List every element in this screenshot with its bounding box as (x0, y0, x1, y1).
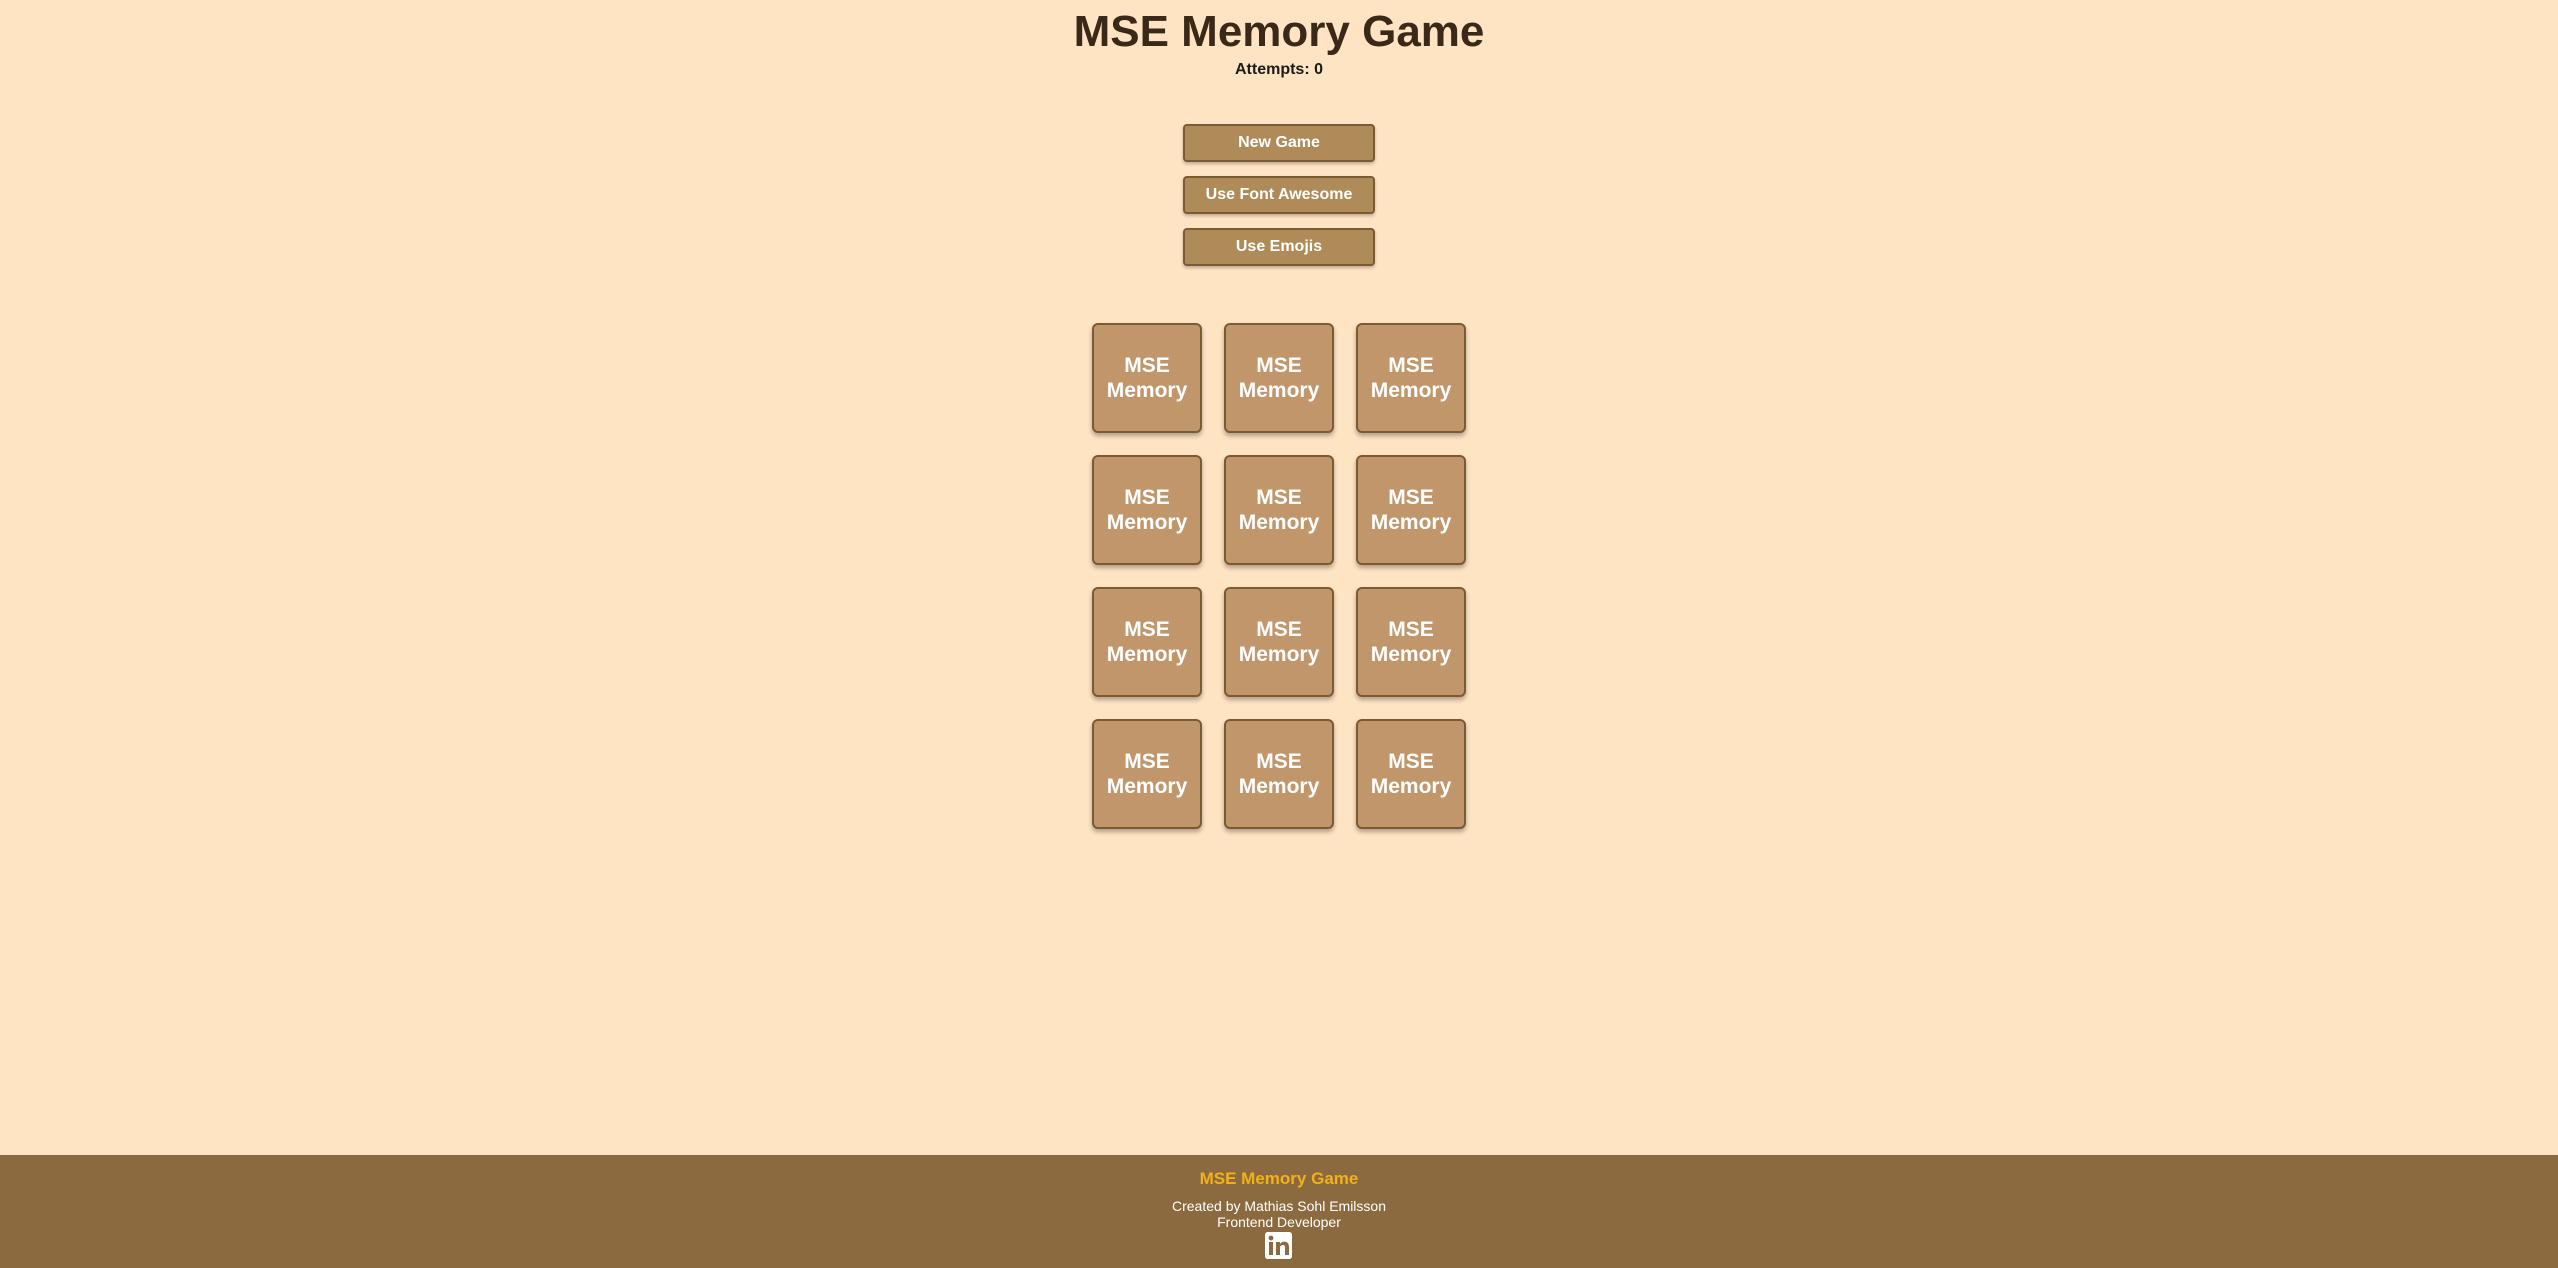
footer-title: MSE Memory Game (1199, 1169, 1359, 1188)
memory-card[interactable]: MSE Memory (1356, 323, 1466, 433)
use-font-awesome-button[interactable]: Use Font Awesome (1183, 176, 1375, 214)
game-controls: New Game Use Font Awesome Use Emojis (1183, 124, 1375, 280)
card-back-label: MSE Memory (1370, 486, 1452, 534)
card-back-label: MSE Memory (1370, 354, 1452, 402)
card-back-label: MSE Memory (1106, 750, 1188, 798)
new-game-button[interactable]: New Game (1183, 124, 1375, 162)
memory-card[interactable]: MSE Memory (1224, 719, 1334, 829)
memory-card[interactable]: MSE Memory (1224, 587, 1334, 697)
page-title: MSE Memory Game (1073, 7, 1485, 56)
card-back-label: MSE Memory (1238, 354, 1320, 402)
card-back-label: MSE Memory (1106, 486, 1188, 534)
footer-role: Frontend Developer (1217, 1214, 1341, 1230)
memory-card[interactable]: MSE Memory (1224, 323, 1334, 433)
memory-card[interactable]: MSE Memory (1356, 455, 1466, 565)
footer: MSE Memory Game Created by Mathias Sohl … (0, 1155, 2558, 1268)
memory-card[interactable]: MSE Memory (1092, 719, 1202, 829)
use-emojis-button[interactable]: Use Emojis (1183, 228, 1375, 266)
card-back-label: MSE Memory (1106, 354, 1188, 402)
memory-card[interactable]: MSE Memory (1092, 323, 1202, 433)
memory-card[interactable]: MSE Memory (1356, 719, 1466, 829)
memory-card[interactable]: MSE Memory (1224, 455, 1334, 565)
card-back-label: MSE Memory (1238, 486, 1320, 534)
card-back-label: MSE Memory (1238, 618, 1320, 666)
card-back-label: MSE Memory (1238, 750, 1320, 798)
memory-card[interactable]: MSE Memory (1356, 587, 1466, 697)
card-back-label: MSE Memory (1106, 618, 1188, 666)
attempts-counter: Attempts: 0 (1234, 61, 1323, 78)
card-back-label: MSE Memory (1370, 750, 1452, 798)
card-board: MSE Memory MSE Memory MSE Memory MSE Mem… (1092, 323, 1466, 829)
linkedin-icon[interactable] (1265, 1232, 1292, 1259)
page: MSE Memory Game Attempts: 0 New Game Use… (0, 0, 2558, 1268)
card-back-label: MSE Memory (1370, 618, 1452, 666)
memory-card[interactable]: MSE Memory (1092, 587, 1202, 697)
memory-card[interactable]: MSE Memory (1092, 455, 1202, 565)
footer-credit: Created by Mathias Sohl Emilsson (1172, 1198, 1386, 1214)
